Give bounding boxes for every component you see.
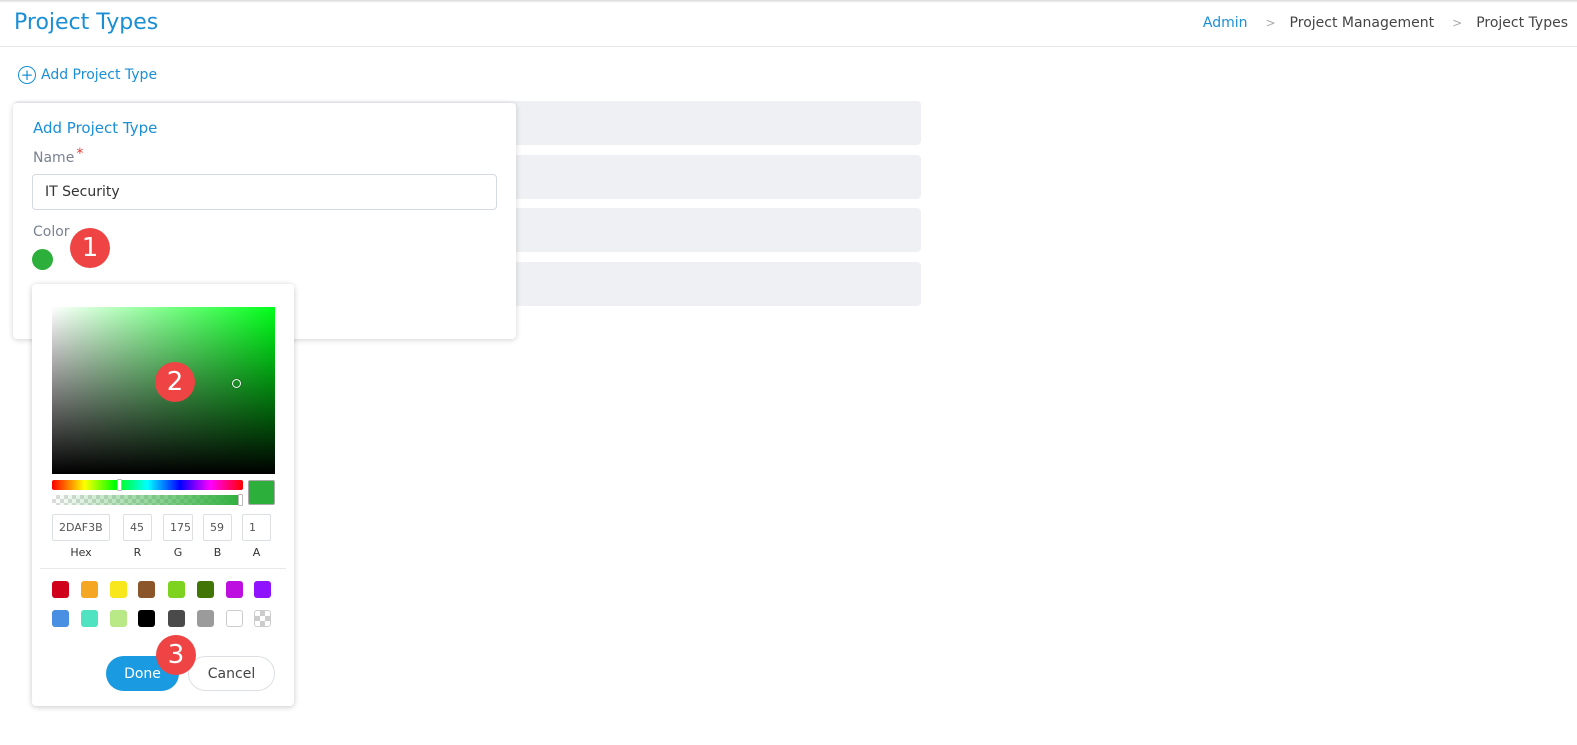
breadcrumb-project-types: Project Types <box>1476 15 1568 31</box>
alpha-slider-thumb[interactable] <box>238 494 243 506</box>
preset-swatch[interactable] <box>197 610 214 627</box>
page-title: Project Types <box>14 10 159 35</box>
preset-swatch[interactable] <box>226 610 243 627</box>
annotation-badge-3: 3 <box>156 635 196 675</box>
alpha-slider[interactable] <box>52 494 243 506</box>
preset-swatch[interactable] <box>81 581 98 598</box>
breadcrumb-admin[interactable]: Admin <box>1203 15 1248 31</box>
add-project-type-label: Add Project Type <box>41 67 158 83</box>
page-header: Project Types Admin > Project Management… <box>0 0 1577 47</box>
g-input[interactable]: 175 <box>163 514 193 541</box>
name-label-text: Name <box>33 150 75 166</box>
preset-swatch[interactable] <box>226 581 243 598</box>
hex-input[interactable]: 2DAF3B <box>52 514 110 541</box>
preset-swatch[interactable] <box>197 581 214 598</box>
preset-swatch[interactable] <box>254 581 271 598</box>
color-swatch-button[interactable] <box>32 249 53 270</box>
preset-swatch[interactable] <box>52 610 69 627</box>
breadcrumb: Admin > Project Management > Project Typ… <box>1203 15 1568 31</box>
hue-slider-thumb[interactable] <box>117 479 122 491</box>
plus-circle-icon: + <box>18 66 36 84</box>
name-input[interactable] <box>32 174 497 210</box>
b-label: B <box>213 546 222 559</box>
r-input[interactable]: 45 <box>123 514 152 541</box>
annotation-badge-2: 2 <box>155 362 195 402</box>
preset-swatch[interactable] <box>168 581 185 598</box>
divider <box>40 568 286 569</box>
add-project-type-button[interactable]: + Add Project Type <box>18 66 157 84</box>
saturation-cursor[interactable] <box>232 379 241 388</box>
breadcrumb-project-management[interactable]: Project Management <box>1290 15 1435 31</box>
preset-swatch[interactable] <box>138 610 155 627</box>
chevron-right-icon: > <box>1452 16 1463 30</box>
cancel-button[interactable]: Cancel <box>188 656 275 691</box>
annotation-badge-1: 1 <box>70 228 110 268</box>
chevron-right-icon: > <box>1265 16 1276 30</box>
color-preview <box>248 480 275 505</box>
card-title: Add Project Type <box>33 119 158 137</box>
name-label: Name * <box>33 146 83 166</box>
preset-swatch[interactable] <box>168 610 185 627</box>
r-label: R <box>133 546 142 559</box>
a-label: A <box>252 546 261 559</box>
preset-swatch[interactable] <box>110 581 127 598</box>
required-mark: * <box>76 146 84 162</box>
b-input[interactable]: 59 <box>203 514 232 541</box>
preset-swatch[interactable] <box>254 610 271 627</box>
preset-swatch[interactable] <box>110 610 127 627</box>
preset-swatch[interactable] <box>52 581 69 598</box>
g-label: G <box>173 546 183 559</box>
preset-swatch[interactable] <box>81 610 98 627</box>
a-input[interactable]: 1 <box>242 514 271 541</box>
hex-label: Hex <box>70 546 92 559</box>
hue-slider[interactable] <box>52 479 243 491</box>
preset-swatch[interactable] <box>138 581 155 598</box>
color-label: Color <box>33 224 70 240</box>
